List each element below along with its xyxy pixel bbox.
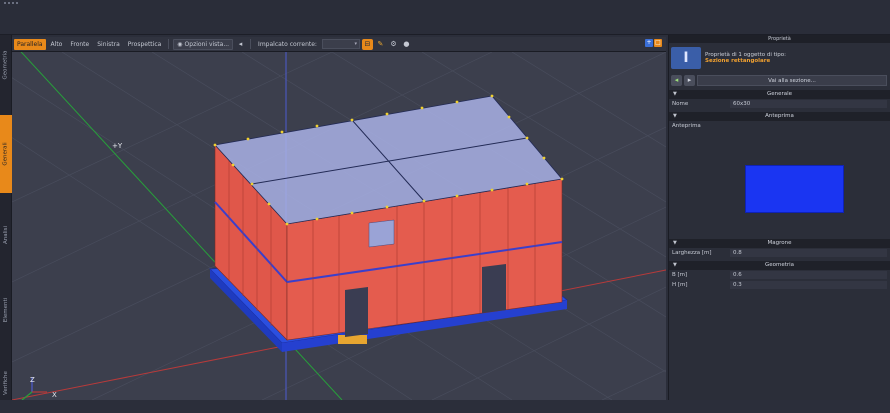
panel-header: I Proprietà di 1 oggetto di tipo: Sezion… xyxy=(669,43,890,73)
tab-label: Analisi xyxy=(3,225,10,245)
view-tab-sinistra[interactable]: Sinistra xyxy=(94,39,123,50)
row-key: Nome xyxy=(672,101,689,107)
triad-x-label: X xyxy=(52,391,57,399)
section-magrone[interactable]: ▼ Magrone xyxy=(669,239,890,248)
nav-row: ◂ ▸ Vai alla sezione... xyxy=(669,73,890,87)
tab-label: Geometria xyxy=(3,50,10,80)
maximize-icon[interactable]: □ xyxy=(654,39,662,47)
panel-title: Proprietà xyxy=(669,35,890,43)
row-width: Larghezza [m] 0.8 xyxy=(669,248,890,258)
tab-generali[interactable]: Generali xyxy=(0,115,12,193)
row-key: B [m] xyxy=(672,272,688,278)
section-type-icon: I xyxy=(671,47,701,69)
section-preview-shape xyxy=(745,165,844,213)
eye-icon: ◉ xyxy=(177,40,183,48)
model-view: +Y Z X xyxy=(12,52,666,400)
row-key: Larghezza [m] xyxy=(672,250,712,256)
section-label: Anteprima xyxy=(765,113,794,119)
section-general[interactable]: ▼ Generale xyxy=(669,90,890,99)
top-bar xyxy=(0,0,890,35)
collapse-icon: ▼ xyxy=(673,91,677,97)
chevron-down-icon: ▾ xyxy=(354,41,357,47)
view-tab-parallela[interactable]: Parallela xyxy=(14,38,46,50)
view-tab-fronte[interactable]: Fronte xyxy=(67,39,92,50)
triad-z-label: Z xyxy=(30,376,35,384)
properties-panel: Proprietà I Proprietà di 1 oggetto di ti… xyxy=(668,35,890,400)
row-name: Nome 60x30 xyxy=(669,99,890,109)
3d-viewport[interactable]: +Y Z X xyxy=(12,52,666,400)
separator xyxy=(250,39,252,49)
goto-section-button[interactable]: Vai alla sezione... xyxy=(697,74,887,86)
pin-icon[interactable]: ● xyxy=(401,39,412,50)
row-value[interactable]: 60x30 xyxy=(730,100,887,108)
settings-icon[interactable]: ⚙ xyxy=(388,39,399,50)
row-h: H [m] 0.3 xyxy=(669,280,890,290)
add-view-icon[interactable]: + xyxy=(645,39,653,47)
tab-verifiche[interactable]: Verifiche xyxy=(0,353,12,413)
stack-selector: Impalcato corrente: ▾ xyxy=(255,39,360,50)
section-geometry[interactable]: ▼ Geometria xyxy=(669,261,890,270)
row-value[interactable]: 0.8 xyxy=(730,249,887,257)
view-tab-prospettica[interactable]: Prospettica xyxy=(125,39,165,50)
tab-geometria[interactable]: Geometria xyxy=(0,35,12,95)
preview-label: Anteprima xyxy=(672,123,701,129)
collapse-icon: ▼ xyxy=(673,240,677,246)
section-label: Magrone xyxy=(767,240,792,246)
view-options-label: Opzioni vista... xyxy=(184,40,230,48)
separator xyxy=(168,39,170,49)
collapse-icon: ▼ xyxy=(673,113,677,119)
layer-icon[interactable]: ⊟ xyxy=(361,38,373,50)
corner-buttons: + □ xyxy=(645,39,662,47)
tab-label: Verifiche xyxy=(3,371,9,395)
section-preview[interactable]: ▼ Anteprima xyxy=(669,112,890,121)
viewport-toolbar: Parallela Alto Fronte Sinistra Prospetti… xyxy=(12,37,666,52)
stack-dropdown[interactable]: ▾ xyxy=(321,39,360,49)
section-label: Geometria xyxy=(764,262,795,268)
header-line2: Sezione rettangolare xyxy=(705,58,771,64)
forward-icon[interactable]: ▸ xyxy=(684,74,695,86)
back-arrow-icon[interactable]: ◂ xyxy=(235,39,246,50)
app-window: Geometria Generali Analisi Elementi Veri… xyxy=(0,0,890,400)
back-icon[interactable]: ◂ xyxy=(671,74,682,86)
collapse-icon: ▼ xyxy=(673,262,677,268)
wrench-icon[interactable]: ✎ xyxy=(375,39,386,50)
left-tab-strip: Geometria Generali Analisi Elementi Veri… xyxy=(0,35,12,400)
icon-glyph: I xyxy=(683,50,689,66)
view-tab-alto[interactable]: Alto xyxy=(48,39,66,50)
row-b: B [m] 0.6 xyxy=(669,270,890,280)
tab-elementi[interactable]: Elementi xyxy=(0,280,12,340)
tab-label: Generali xyxy=(3,142,10,166)
row-value[interactable]: 0.3 xyxy=(730,281,887,289)
preview-area xyxy=(669,131,890,236)
view-options-button[interactable]: ◉ Opzioni vista... xyxy=(173,38,234,50)
grip-handle[interactable] xyxy=(4,2,18,6)
tab-label: Elementi xyxy=(3,297,9,323)
axis-y-label: +Y xyxy=(112,142,123,150)
stack-label: Impalcato corrente: xyxy=(258,40,317,48)
section-label: Generale xyxy=(766,91,793,97)
row-value[interactable]: 0.6 xyxy=(730,271,887,279)
tab-analisi[interactable]: Analisi xyxy=(0,205,12,265)
row-key: H [m] xyxy=(672,282,688,288)
